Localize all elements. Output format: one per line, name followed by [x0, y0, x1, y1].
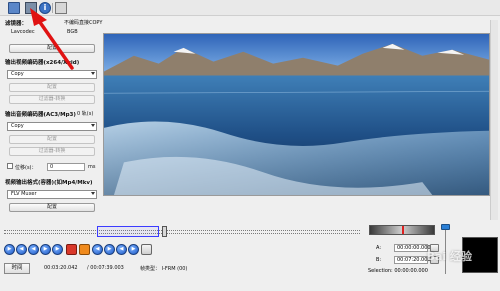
format-select[interactable]: FLV Muxer — [7, 190, 97, 199]
info-icon[interactable]: i — [39, 2, 51, 14]
config-button[interactable]: 配置 — [9, 44, 95, 53]
chevron-down-icon — [91, 124, 95, 127]
document-icon[interactable] — [55, 2, 67, 14]
transport-controls: ▶ ◀ ◀ ▶ ▶ ◀ ▶ ◀ ▶ — [4, 244, 164, 256]
forward-icon[interactable]: ▶ — [52, 244, 63, 255]
filter-note: 不编码直接COPY — [64, 20, 103, 26]
shift-unit: ms — [88, 164, 96, 170]
audio-codec-select[interactable]: Copy — [7, 122, 97, 131]
goto-end-icon[interactable]: ▶ — [128, 244, 139, 255]
current-time[interactable]: 00:03:20.042 — [44, 265, 78, 271]
b-marker-value[interactable]: 00:07:20.000 — [394, 256, 431, 264]
frame-type: 帧类型： I-FRM (00) — [140, 266, 188, 272]
filter-button[interactable]: 过滤器-转换 — [9, 95, 95, 104]
config-button[interactable]: 配置 — [9, 203, 95, 212]
chevron-down-icon — [91, 72, 95, 75]
selection-range — [97, 226, 159, 237]
total-time: / 00:07:39.003 — [87, 265, 124, 271]
format-title: 视频输出格式(容器)(如Mp4/Mkv) — [5, 180, 93, 186]
shift-input[interactable]: 0 — [47, 163, 85, 171]
marker-a-icon[interactable] — [66, 244, 77, 255]
play-icon[interactable]: ▶ — [4, 244, 15, 255]
shift-label: 位移(s)： — [15, 165, 37, 171]
goto-start-icon[interactable]: ◀ — [116, 244, 127, 255]
save-disk-icon[interactable] — [25, 2, 37, 14]
selection-key: Selection: — [368, 268, 393, 274]
a-marker-label: A: — [376, 245, 382, 251]
filter-button[interactable]: 过滤器-转换 — [9, 147, 95, 156]
avidemux-window: i 滤镜器： 不编码直接COPY Lavcodec BGB 配置 输出视频编码器… — [0, 0, 500, 291]
timeline-slider-thumb[interactable] — [162, 226, 167, 237]
config-button[interactable]: 配置 — [9, 83, 95, 92]
lavcodec-value: BGB — [67, 29, 78, 35]
previous-frame-icon[interactable]: ◀ — [28, 244, 39, 255]
audio-codec-value: Copy — [11, 123, 24, 129]
chevron-down-icon — [91, 192, 95, 195]
timeline-ruler — [4, 230, 360, 234]
next-frame-icon[interactable]: ▶ — [40, 244, 51, 255]
b-marker-label: B: — [376, 257, 382, 263]
watermark: Bai 经验 — [426, 250, 472, 263]
volume-marker — [402, 226, 404, 234]
toolbar: i — [0, 0, 500, 16]
config-button[interactable]: 配置 — [9, 135, 95, 144]
audio-codec-title: 输出音频编码器(AC3/Mp3) — [5, 112, 76, 118]
video-codec-title: 输出视频编码器(x264/Xvid) — [5, 60, 80, 66]
slider-knob[interactable] — [441, 224, 450, 230]
format-value: FLV Muxer — [11, 191, 37, 197]
left-settings-panel: 滤镜器： 不编码直接COPY Lavcodec BGB 配置 输出视频编码器(x… — [3, 16, 103, 216]
filter-label: 滤镜器： — [5, 21, 28, 27]
video-codec-select[interactable]: Copy — [7, 70, 97, 79]
marker-b-icon[interactable] — [79, 244, 90, 255]
a-marker-value[interactable]: 00:00:00.000 — [394, 244, 431, 252]
selection-label: Selection: 00:00:00.000 — [368, 268, 428, 274]
selection-value: 00:00:00.000 — [394, 268, 428, 274]
stop-icon[interactable] — [141, 244, 152, 255]
shift-checkbox[interactable] — [7, 163, 13, 169]
rewind-icon[interactable]: ◀ — [16, 244, 27, 255]
lake-landscape-image — [104, 34, 489, 195]
next-keyframe-icon[interactable]: ▶ — [104, 244, 115, 255]
vertical-scrollbar[interactable] — [490, 20, 498, 220]
status-bar: 时间 00:03:20.042 / 00:07:39.003 帧类型： I-FR… — [4, 263, 364, 275]
volume-bar[interactable] — [369, 225, 435, 235]
toolbar-separator — [52, 3, 53, 13]
time-button[interactable]: 时间 — [4, 263, 30, 274]
audio-track-count: 0 轨(s) — [77, 111, 94, 117]
previous-keyframe-icon[interactable]: ◀ — [92, 244, 103, 255]
video-codec-value: Copy — [11, 71, 24, 77]
video-preview — [103, 33, 490, 196]
open-folder-icon[interactable] — [8, 2, 20, 14]
lavcodec-label: Lavcodec — [11, 29, 35, 35]
timeline[interactable] — [4, 226, 360, 237]
